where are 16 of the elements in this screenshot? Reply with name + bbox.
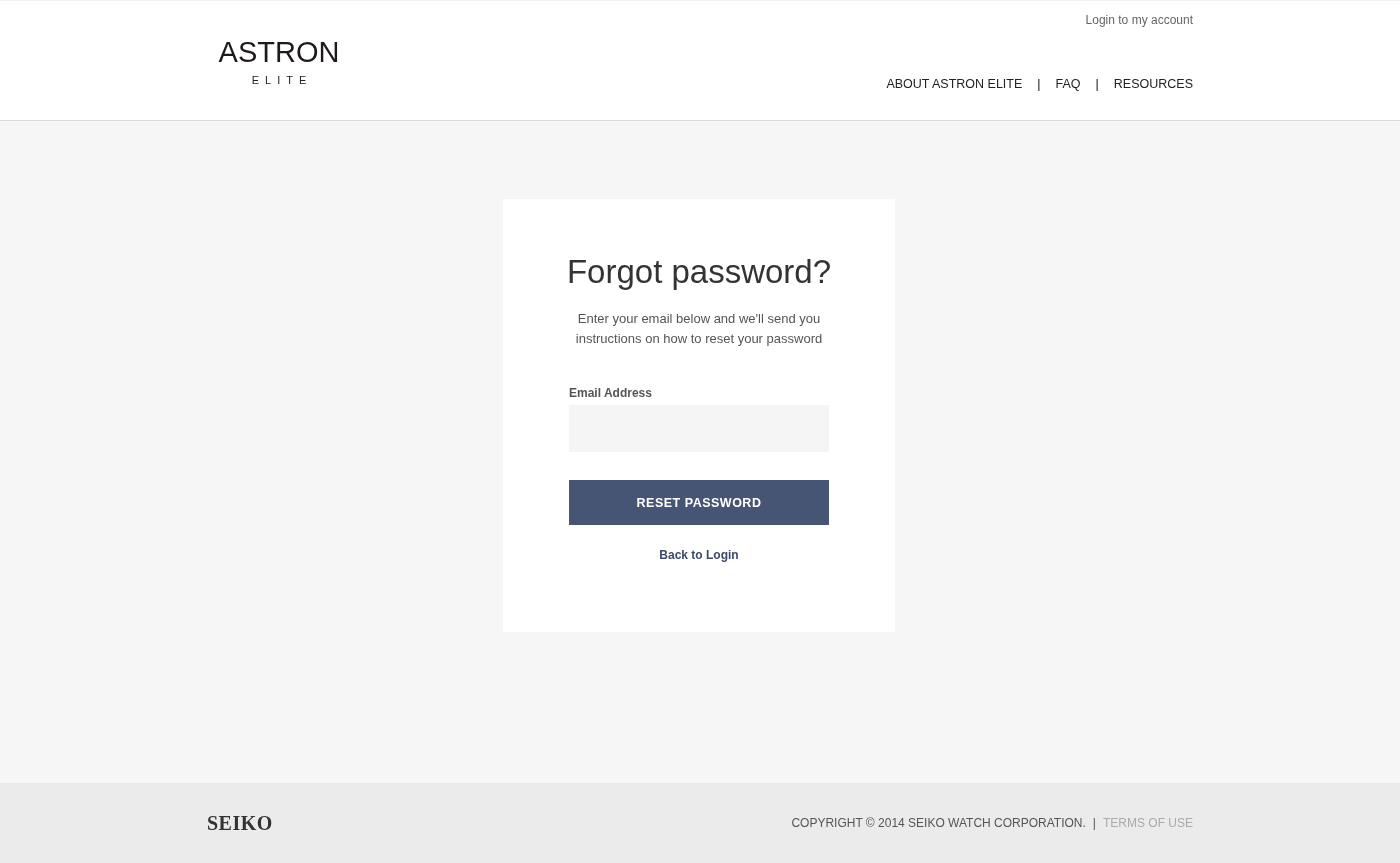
email-label: Email Address <box>569 386 653 400</box>
logo-wordmark[interactable]: ASTRON <box>218 37 340 67</box>
seiko-logo: SEIKO <box>207 811 273 835</box>
logo-subtitle: ELITE <box>250 74 313 86</box>
nav-link[interactable]: FAQ <box>1055 77 1081 91</box>
login-link[interactable]: Login to my account <box>1085 13 1193 27</box>
separator: | <box>1092 816 1096 830</box>
nav-link[interactable]: ABOUT ASTRON ELITE <box>886 77 1023 91</box>
reset-password-button[interactable]: RESET PASSWORD <box>569 480 829 525</box>
back-to-login-link[interactable]: Back to Login <box>659 548 739 562</box>
copyright-text: COPYRIGHT © 2014 SEIKO WATCH CORPORATION. <box>791 816 1086 830</box>
page-title: Forgot password? <box>566 253 832 291</box>
nav-link[interactable]: RESOURCES <box>1113 77 1193 91</box>
separator: | <box>1094 77 1100 91</box>
description-text: Enter your email below and we'll send you instructions on how to reset your password <box>574 310 824 348</box>
separator: | <box>1036 77 1042 91</box>
